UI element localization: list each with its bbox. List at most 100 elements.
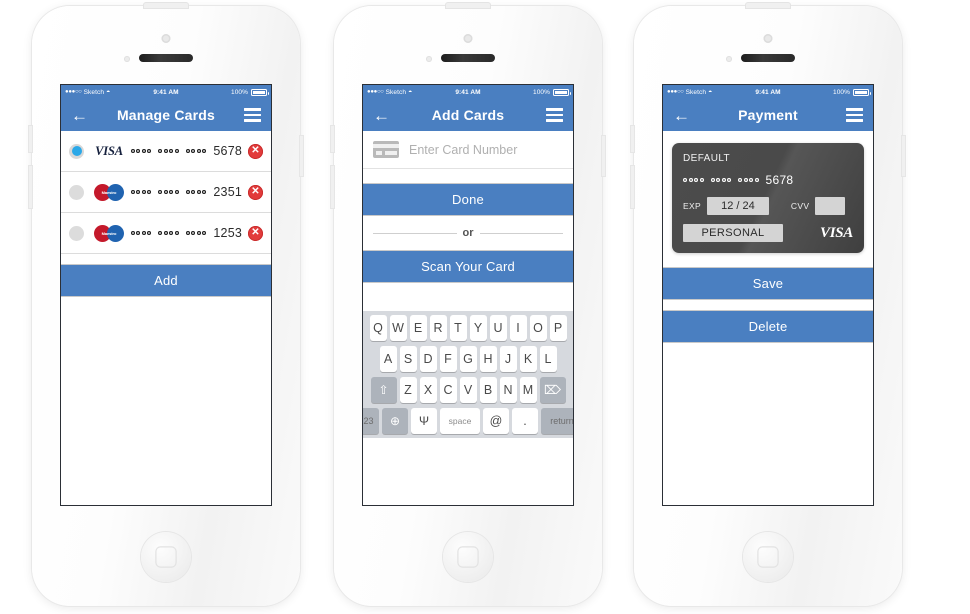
key-x[interactable]: X <box>419 377 437 403</box>
visa-icon: VISA <box>820 224 853 241</box>
key-f[interactable]: F <box>439 346 457 372</box>
back-arrow-icon[interactable]: ← <box>673 107 693 124</box>
screenshot-stage: ●●●○○ Sketch ◓ 9:41 AM 100% ← Manage Car… <box>0 0 970 614</box>
mute-switch[interactable] <box>29 126 32 152</box>
home-button[interactable] <box>443 532 493 582</box>
masked-group <box>158 231 179 235</box>
key-w[interactable]: W <box>389 315 407 341</box>
screen-add-cards: ●●●○○ Sketch ◓ 9:41 AM 100% ← Add Cards … <box>362 84 574 506</box>
or-label: or <box>462 227 474 239</box>
card-radio-select[interactable] <box>69 225 84 241</box>
exp-label: EXP <box>683 201 701 211</box>
key-u[interactable]: U <box>489 315 507 341</box>
shift-key-icon[interactable]: ⇧ <box>370 377 397 403</box>
hamburger-menu-icon[interactable] <box>843 108 863 122</box>
account-type-input[interactable]: PERSONAL <box>683 224 783 242</box>
delete-card-button[interactable]: ✕ <box>248 184 263 200</box>
key-p[interactable]: P <box>549 315 567 341</box>
return-key[interactable]: return <box>541 408 573 434</box>
scan-card-button[interactable]: Scan Your Card <box>363 250 573 283</box>
card-last4: 5678 <box>213 144 242 158</box>
key-e[interactable]: E <box>409 315 427 341</box>
key-q[interactable]: Q <box>369 315 387 341</box>
key-k[interactable]: K <box>519 346 537 372</box>
mute-switch[interactable] <box>331 126 334 152</box>
microphone-icon[interactable]: Ψ <box>411 408 437 434</box>
battery-percent-label: 100% <box>532 88 551 96</box>
exp-input[interactable]: 12 / 24 <box>706 197 769 215</box>
masked-group <box>186 149 207 153</box>
key-m[interactable]: M <box>519 377 537 403</box>
list-spacer <box>61 254 271 264</box>
backspace-key-icon[interactable]: ⌦ <box>539 377 566 403</box>
volume-buttons[interactable] <box>29 166 32 208</box>
table-row[interactable]: Maestro 2351 ✕ <box>61 172 271 213</box>
key-v[interactable]: V <box>459 377 477 403</box>
period-key[interactable]: . <box>512 408 538 434</box>
keyboard-row-2: A S D F G H J K L <box>365 346 571 372</box>
numeric-key[interactable]: 123 <box>363 408 379 434</box>
key-l[interactable]: L <box>539 346 557 372</box>
key-h[interactable]: H <box>479 346 497 372</box>
page-title: Manage Cards <box>116 107 216 123</box>
masked-group <box>131 231 152 235</box>
masked-group <box>711 178 732 182</box>
key-c[interactable]: C <box>439 377 457 403</box>
key-z[interactable]: Z <box>399 377 417 403</box>
key-t[interactable]: T <box>449 315 467 341</box>
at-key[interactable]: @ <box>483 408 509 434</box>
key-b[interactable]: B <box>479 377 497 403</box>
card-radio-select[interactable] <box>69 143 84 159</box>
hamburger-menu-icon[interactable] <box>543 108 563 122</box>
key-a[interactable]: A <box>379 346 397 372</box>
proximity-sensor-icon <box>426 56 432 62</box>
home-button[interactable] <box>141 532 191 582</box>
or-divider: or <box>363 216 573 250</box>
key-n[interactable]: N <box>499 377 517 403</box>
add-card-button[interactable]: Add <box>61 264 271 297</box>
home-button[interactable] <box>743 532 793 582</box>
power-button[interactable] <box>746 3 790 8</box>
table-row[interactable]: Maestro 1253 ✕ <box>61 213 271 254</box>
globe-icon[interactable]: ⊕ <box>382 408 408 434</box>
keyboard-row-1: Q W E R T Y U I O P <box>365 315 571 341</box>
masked-group <box>683 178 704 182</box>
sim-tray <box>300 136 303 176</box>
power-button[interactable] <box>144 3 188 8</box>
done-button[interactable]: Done <box>363 183 573 216</box>
card-number-input[interactable]: Enter Card Number <box>409 143 517 157</box>
visa-icon: VISA <box>95 143 123 158</box>
clock-label: 9:41 AM <box>755 88 781 96</box>
save-button[interactable]: Save <box>663 267 873 300</box>
delete-button[interactable]: Delete <box>663 310 873 343</box>
cvv-input[interactable] <box>815 197 846 215</box>
card-radio-select[interactable] <box>69 184 84 200</box>
battery-icon <box>853 88 872 96</box>
on-screen-keyboard[interactable]: Q W E R T Y U I O P A S D F G H J K L ⇧ … <box>363 311 573 438</box>
space-key[interactable]: space <box>440 408 480 434</box>
key-o[interactable]: O <box>529 315 547 341</box>
key-d[interactable]: D <box>419 346 437 372</box>
volume-buttons[interactable] <box>631 166 634 208</box>
power-button[interactable] <box>446 3 490 8</box>
table-row[interactable]: VISA 5678 ✕ <box>61 131 271 172</box>
key-s[interactable]: S <box>399 346 417 372</box>
proximity-sensor-icon <box>726 56 732 62</box>
mute-switch[interactable] <box>631 126 634 152</box>
volume-buttons[interactable] <box>331 166 334 208</box>
key-y[interactable]: Y <box>469 315 487 341</box>
key-g[interactable]: G <box>459 346 477 372</box>
delete-card-button[interactable]: ✕ <box>248 225 263 241</box>
card-number-field-row[interactable]: Enter Card Number <box>363 131 573 169</box>
keyboard-row-3: ⇧ Z X C V B N M ⌦ <box>365 377 571 403</box>
key-i[interactable]: I <box>509 315 527 341</box>
hamburger-menu-icon[interactable] <box>241 108 261 122</box>
page-title: Add Cards <box>431 107 505 123</box>
back-arrow-icon[interactable]: ← <box>71 107 91 124</box>
key-r[interactable]: R <box>429 315 447 341</box>
signal-strength-icon: ●●●○○ <box>65 89 82 95</box>
back-arrow-icon[interactable]: ← <box>373 107 393 124</box>
clock-label: 9:41 AM <box>455 88 481 96</box>
key-j[interactable]: J <box>499 346 517 372</box>
delete-card-button[interactable]: ✕ <box>248 143 263 159</box>
